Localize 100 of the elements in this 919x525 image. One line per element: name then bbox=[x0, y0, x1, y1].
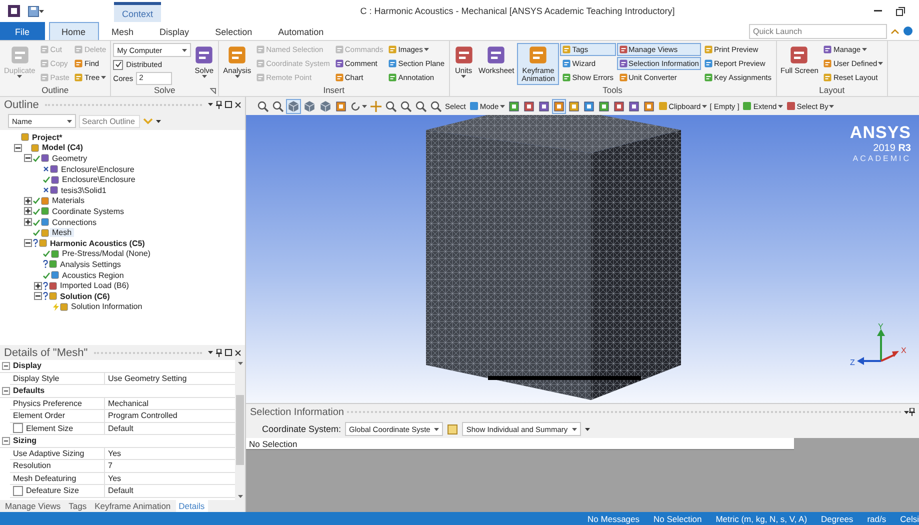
minimize-icon[interactable] bbox=[874, 10, 882, 12]
note-icon[interactable] bbox=[447, 424, 458, 434]
collapse-icon[interactable] bbox=[24, 154, 32, 162]
tree-item[interactable]: Imported Load (B6) bbox=[58, 281, 131, 290]
selection-filter-icon[interactable] bbox=[522, 98, 536, 114]
expand-icon[interactable] bbox=[24, 207, 32, 216]
ribbon-tab[interactable]: Selection bbox=[202, 22, 266, 40]
search-field[interactable]: Search Outline bbox=[79, 114, 140, 128]
node-icon bbox=[51, 250, 59, 258]
cube-icon[interactable] bbox=[286, 98, 301, 114]
selection-filter-icon[interactable] bbox=[582, 98, 596, 114]
property-value[interactable]: 7 bbox=[108, 461, 112, 470]
tree-item[interactable]: Acoustics Region bbox=[60, 270, 126, 280]
panel-tab[interactable]: Manage Views bbox=[2, 500, 64, 512]
property-value[interactable]: Yes bbox=[108, 448, 122, 458]
collapse-icon[interactable] bbox=[2, 362, 10, 370]
cube-icon[interactable] bbox=[318, 98, 333, 114]
collapse-icon[interactable] bbox=[14, 144, 22, 152]
launcher-icon[interactable] bbox=[210, 88, 216, 94]
caret-icon bbox=[500, 104, 505, 108]
ribbon-tab[interactable]: Display bbox=[146, 22, 202, 40]
selection-filter-icon[interactable] bbox=[626, 98, 641, 114]
tree-item[interactable]: Materials bbox=[50, 196, 86, 206]
pin-icon[interactable] bbox=[909, 408, 915, 416]
zoom-icon[interactable] bbox=[399, 98, 413, 114]
zoom-icon[interactable] bbox=[414, 98, 428, 114]
collapse-ribbon-icon[interactable] bbox=[891, 28, 899, 34]
ribbon-tab[interactable]: Home bbox=[48, 22, 99, 40]
group-label: Outline bbox=[42, 85, 69, 95]
property-value[interactable]: Mechanical bbox=[108, 398, 148, 408]
tree-item[interactable]: Geometry bbox=[50, 154, 90, 163]
ribbon-tab[interactable]: Mesh bbox=[98, 22, 147, 40]
zoom-icon[interactable] bbox=[384, 98, 398, 114]
panel-tab[interactable]: Keyframe Animation bbox=[92, 500, 174, 512]
close-icon[interactable] bbox=[235, 350, 241, 356]
command-icon bbox=[74, 45, 84, 54]
caret-icon bbox=[208, 351, 213, 354]
selection-filter-icon[interactable] bbox=[596, 98, 611, 114]
selection-filter-icon[interactable] bbox=[642, 98, 656, 114]
save-icon[interactable] bbox=[28, 6, 39, 16]
selection-filter-icon[interactable] bbox=[566, 98, 581, 114]
checkbox[interactable] bbox=[13, 486, 23, 496]
pin-icon[interactable] bbox=[216, 348, 222, 356]
tree-item[interactable]: Enclosure\Enclosure bbox=[60, 175, 138, 184]
z-axis-arrow bbox=[857, 357, 881, 365]
expand-icon[interactable] bbox=[24, 196, 32, 205]
quick-launch-field[interactable]: Quick Launch bbox=[749, 24, 887, 38]
ribbon-tab[interactable]: Automation bbox=[265, 22, 337, 40]
status-text: No Selection bbox=[654, 514, 702, 524]
collapse-icon[interactable] bbox=[34, 292, 42, 300]
collapse-icon[interactable] bbox=[24, 239, 32, 248]
tree-item[interactable]: Connections bbox=[50, 218, 98, 227]
selection-filter-icon[interactable] bbox=[612, 98, 626, 114]
check-icon bbox=[114, 61, 122, 68]
selection-filter-icon[interactable] bbox=[506, 98, 521, 114]
tree-item[interactable]: Coordinate Systems bbox=[50, 206, 126, 216]
tree-item[interactable]: tesis3\Solid1 bbox=[59, 186, 108, 195]
app-icon[interactable] bbox=[8, 5, 20, 17]
selection-filter-icon[interactable] bbox=[552, 98, 566, 114]
tree-item[interactable]: Enclosure\Enclosure bbox=[59, 164, 136, 174]
tree-item[interactable]: Mesh bbox=[50, 228, 74, 238]
checkbox[interactable] bbox=[13, 423, 23, 434]
collapse-icon[interactable] bbox=[2, 436, 10, 445]
property-value[interactable]: Default bbox=[108, 424, 134, 433]
property-value[interactable]: Default bbox=[108, 486, 134, 496]
close-icon[interactable] bbox=[235, 102, 241, 108]
maximize-icon[interactable] bbox=[225, 349, 232, 356]
caret-icon bbox=[208, 103, 213, 106]
tree-item[interactable]: Solution (C6) bbox=[58, 292, 112, 301]
tree-item[interactable]: Pre-Stress/Modal (None) bbox=[60, 249, 152, 258]
context-tab[interactable]: Context bbox=[114, 2, 162, 22]
zoom-icon[interactable] bbox=[429, 98, 443, 114]
graphics-viewport[interactable]: ANSYS 2019 R3 ACADEMIC X Y Z bbox=[246, 115, 919, 403]
node-icon bbox=[41, 218, 49, 226]
zoom-icon[interactable] bbox=[271, 98, 285, 114]
tree-item[interactable]: Harmonic Acoustics (C5) bbox=[48, 238, 147, 248]
panel-tab[interactable]: Details bbox=[176, 500, 208, 512]
selection-filter-icon[interactable] bbox=[334, 98, 348, 114]
property-value[interactable]: Use Geometry Setting bbox=[108, 374, 187, 383]
ribbon-tab[interactable]: File bbox=[0, 22, 45, 40]
maximize-icon[interactable] bbox=[225, 101, 232, 108]
expand-icon[interactable] bbox=[24, 218, 32, 226]
tree-item[interactable]: Project* bbox=[30, 132, 64, 142]
mesh-cube-drawing[interactable] bbox=[426, 115, 681, 400]
property-value[interactable]: Program Controlled bbox=[108, 411, 178, 420]
property-value[interactable]: Yes bbox=[108, 474, 122, 483]
pin-icon[interactable] bbox=[216, 100, 222, 108]
tree-item[interactable]: Solution Information bbox=[69, 302, 144, 312]
cube-icon[interactable] bbox=[302, 98, 317, 114]
tree-item[interactable]: Model (C4) bbox=[40, 143, 85, 152]
collapse-icon[interactable] bbox=[2, 386, 10, 395]
scrollbar[interactable] bbox=[235, 360, 245, 500]
command-icon bbox=[40, 73, 50, 82]
panel-tab[interactable]: Tags bbox=[66, 500, 90, 512]
selection-filter-icon[interactable] bbox=[536, 98, 551, 114]
node-icon bbox=[51, 271, 59, 280]
restore-icon[interactable] bbox=[896, 6, 905, 16]
tree-item[interactable]: Analysis Settings bbox=[58, 260, 123, 269]
expand-icon[interactable] bbox=[34, 282, 42, 290]
zoom-icon[interactable] bbox=[256, 98, 270, 114]
